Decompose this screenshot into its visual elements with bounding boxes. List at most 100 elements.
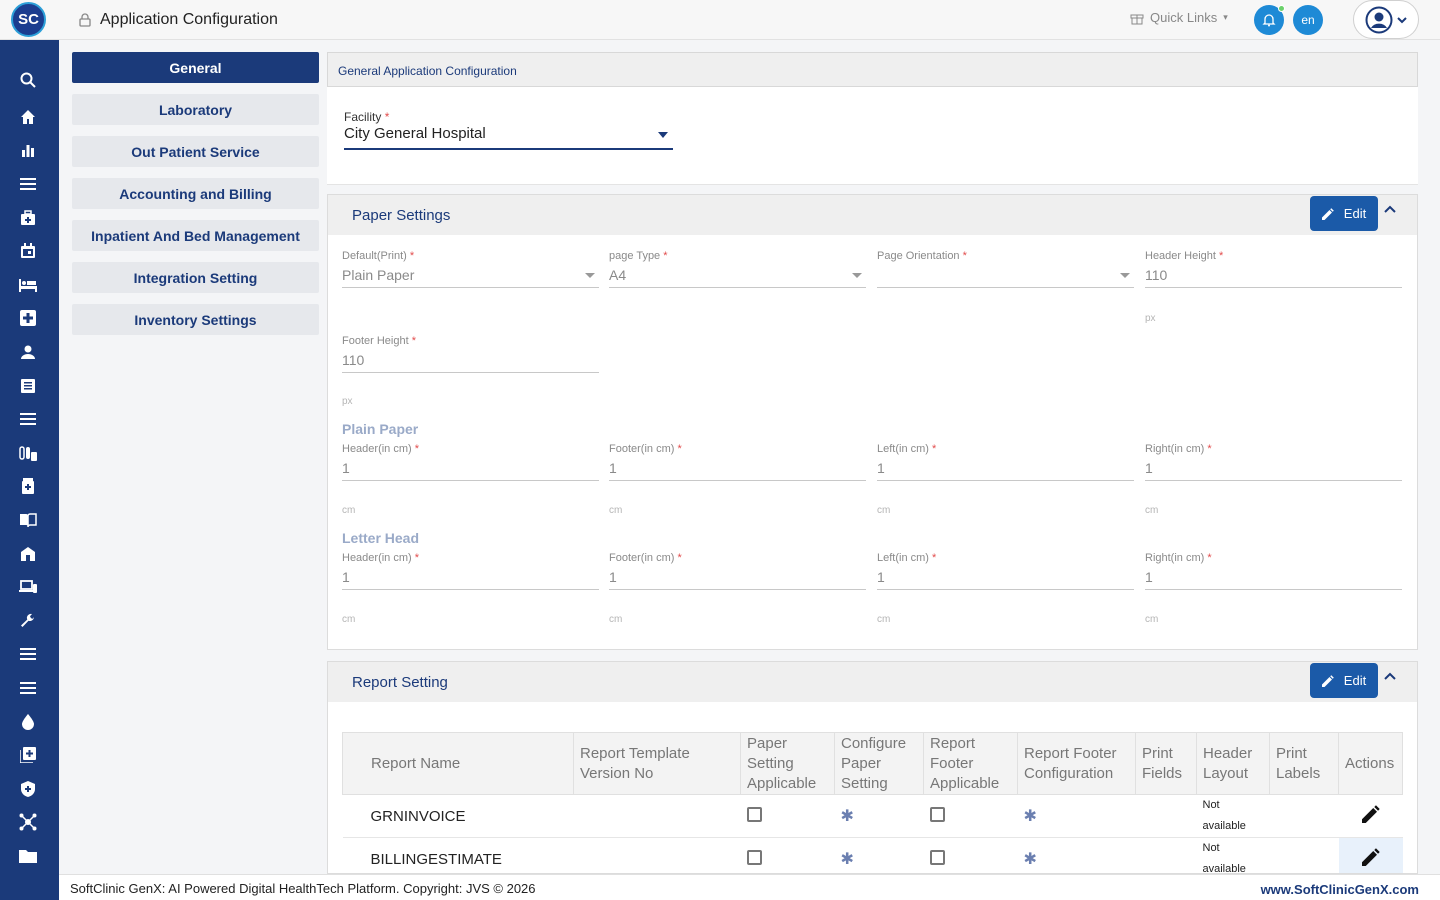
dropdown-caret-icon — [852, 273, 862, 278]
medical-bag-icon[interactable] — [18, 208, 38, 228]
bar-chart-icon[interactable] — [18, 140, 38, 160]
nav-out-patient-service[interactable]: Out Patient Service — [72, 136, 319, 167]
nav-inventory-settings[interactable]: Inventory Settings — [72, 304, 319, 335]
menu-icon[interactable] — [18, 174, 38, 194]
report-footer-checkbox[interactable] — [929, 806, 945, 822]
unit-cm: cm — [877, 614, 891, 625]
lab-tests-icon[interactable] — [18, 443, 38, 463]
app-logo[interactable]: SC — [11, 2, 46, 37]
book-icon[interactable] — [18, 510, 38, 530]
nav-accounting-billing[interactable]: Accounting and Billing — [72, 178, 319, 209]
search-icon[interactable] — [18, 70, 38, 90]
letter-left-field[interactable]: Left(in cm) * 1 — [877, 552, 1134, 590]
facility-select[interactable]: City General Hospital — [344, 125, 486, 142]
unit-cm: cm — [609, 614, 623, 625]
blood-drop-icon[interactable] — [18, 712, 38, 732]
copyright-text: SoftClinic GenX: AI Powered Digital Heal… — [70, 881, 536, 896]
folder-icon[interactable] — [18, 846, 38, 866]
default-print-field[interactable]: Default(Print) * Plain Paper — [342, 250, 599, 288]
unit-cm: cm — [877, 505, 891, 516]
header-height-unit: px — [1145, 313, 1156, 324]
paper-settings-title: Paper Settings — [352, 207, 451, 224]
nav-inpatient-bed-management[interactable]: Inpatient And Bed Management — [72, 220, 319, 251]
col-report-footer-configuration: Report Footer Configuration — [1017, 732, 1136, 795]
top-bar: SC Application Configuration Quick Links… — [0, 0, 1440, 40]
paper-setting-checkbox[interactable] — [746, 849, 762, 865]
avatar-icon — [1365, 6, 1393, 33]
gear-icon[interactable]: ✱ — [1024, 851, 1037, 868]
gift-icon — [1130, 14, 1144, 24]
user-menu-button[interactable] — [1353, 0, 1419, 39]
list-icon[interactable] — [18, 644, 38, 664]
template-version-cell — [573, 837, 741, 873]
chevron-down-icon — [1397, 16, 1407, 23]
paper-settings-edit-button[interactable]: Edit — [1310, 196, 1378, 231]
dropdown-caret-icon[interactable] — [658, 132, 668, 138]
pharmacy-icon[interactable] — [18, 476, 38, 496]
letter-head-heading: Letter Head — [342, 530, 420, 546]
nav-integration-setting[interactable]: Integration Setting — [72, 262, 319, 293]
chevron-up-icon[interactable] — [1384, 204, 1396, 214]
page-orientation-field[interactable]: Page Orientation * — [877, 250, 1134, 288]
nav-general[interactable]: General — [72, 52, 319, 83]
unit-cm: cm — [1145, 505, 1159, 516]
bell-icon — [1262, 14, 1276, 27]
page-type-field[interactable]: page Type * A4 — [609, 250, 866, 288]
store-icon[interactable] — [18, 544, 38, 564]
dropdown-caret-icon — [1120, 273, 1130, 278]
header-height-field[interactable]: Header Height * 110 — [1145, 250, 1402, 288]
nav-laboratory[interactable]: Laboratory — [72, 94, 319, 125]
table-row: BILLINGESTIMATE ✱ ✱ Not available — [342, 837, 1403, 873]
gear-icon[interactable]: ✱ — [841, 851, 854, 868]
chevron-up-icon[interactable] — [1384, 671, 1396, 681]
table-row: GRNINVOICE ✱ ✱ Not available — [342, 794, 1403, 838]
list-icon[interactable] — [18, 409, 38, 429]
col-paper-setting-applicable: Paper Setting Applicable — [740, 732, 835, 795]
header-layout-cell: Not available — [1196, 794, 1270, 838]
plain-right-field[interactable]: Right(in cm) * 1 — [1145, 443, 1402, 481]
unit-cm: cm — [1145, 614, 1159, 625]
report-setting-edit-button[interactable]: Edit — [1310, 663, 1378, 698]
facility-underline — [344, 148, 673, 150]
report-table: Report Name Report Template Version No Pa… — [342, 732, 1403, 873]
letter-header-field[interactable]: Header(in cm) * 1 — [342, 552, 599, 590]
hospital-plus-icon[interactable] — [18, 308, 38, 328]
add-box-icon[interactable] — [18, 745, 38, 765]
devices-icon[interactable] — [18, 577, 38, 597]
unit-cm: cm — [342, 614, 356, 625]
plain-left-field[interactable]: Left(in cm) * 1 — [877, 443, 1134, 481]
wrench-icon[interactable] — [18, 611, 38, 631]
report-footer-checkbox[interactable] — [929, 849, 945, 865]
paper-setting-checkbox[interactable] — [746, 806, 762, 822]
home-icon[interactable] — [18, 107, 38, 127]
report-setting-header: Report Setting Edit — [328, 662, 1417, 702]
website-link[interactable]: www.SoftClinicGenX.com — [1261, 882, 1419, 897]
bed-icon[interactable] — [18, 275, 38, 295]
calendar-icon[interactable] — [18, 241, 38, 261]
plain-paper-heading: Plain Paper — [342, 421, 419, 437]
language-button[interactable]: en — [1293, 5, 1323, 35]
pencil-icon[interactable] — [1361, 848, 1380, 866]
plain-header-field[interactable]: Header(in cm) * 1 — [342, 443, 599, 481]
paper-settings-header: Paper Settings Edit — [328, 195, 1417, 235]
letter-footer-field[interactable]: Footer(in cm) * 1 — [609, 552, 866, 590]
col-report-name: Report Name — [342, 732, 574, 795]
letter-right-field[interactable]: Right(in cm) * 1 — [1145, 552, 1402, 590]
report-name-cell: GRNINVOICE — [342, 794, 574, 838]
gear-icon[interactable]: ✱ — [1024, 808, 1037, 825]
chevron-down-icon: ▾ — [1223, 12, 1228, 22]
pencil-icon[interactable] — [1361, 805, 1380, 823]
notification-dot — [1278, 5, 1285, 12]
footer-height-field[interactable]: Footer Height * 110 — [342, 335, 599, 373]
network-icon[interactable] — [18, 812, 38, 832]
quick-links-menu[interactable]: Quick Links ▾ — [1130, 10, 1228, 25]
col-print-labels: Print Labels — [1269, 732, 1339, 795]
edit-label: Edit — [1343, 673, 1367, 688]
list-icon[interactable] — [18, 678, 38, 698]
shield-icon[interactable] — [18, 779, 38, 799]
gear-icon[interactable]: ✱ — [841, 808, 854, 825]
plain-footer-field[interactable]: Footer(in cm) * 1 — [609, 443, 866, 481]
col-report-footer-applicable: Report Footer Applicable — [923, 732, 1018, 795]
document-icon[interactable] — [18, 376, 38, 396]
person-icon[interactable] — [18, 342, 38, 362]
